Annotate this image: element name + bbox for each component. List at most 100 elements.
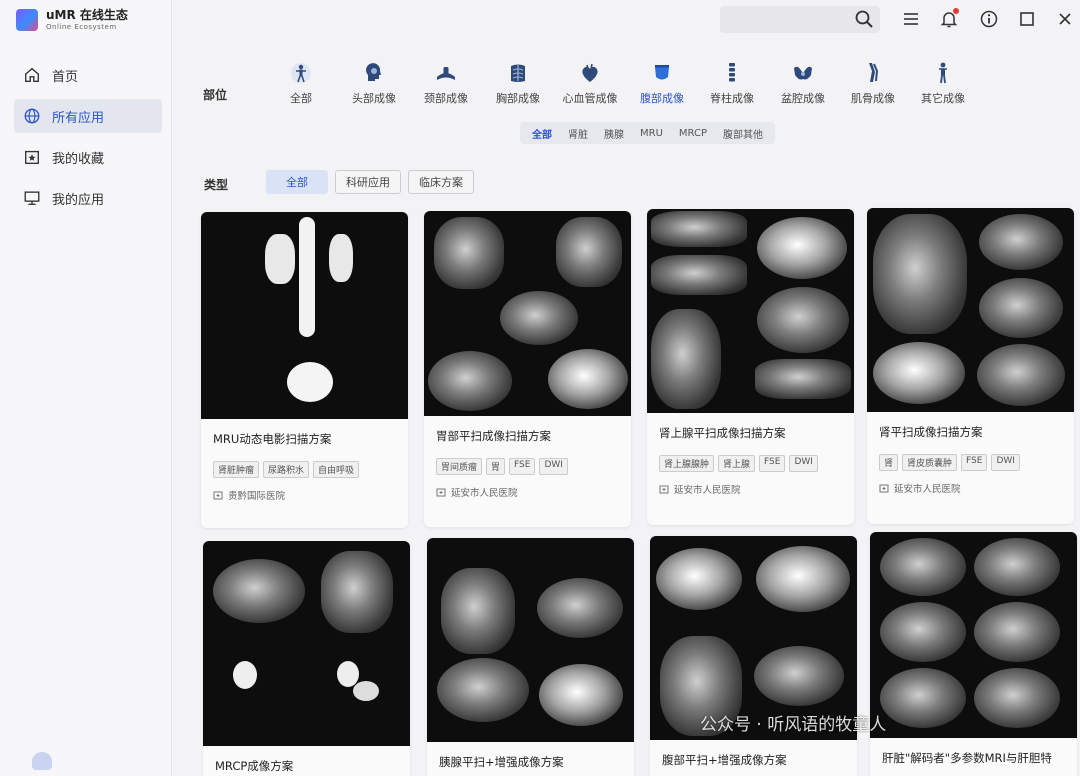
card-hospital: 延安市人民医院 (424, 475, 631, 499)
protocol-card[interactable]: 胰腺平扫+增强成像方案 (427, 538, 634, 776)
sidebar-item-label: 我的应用 (52, 192, 105, 208)
body-part-other[interactable]: 其它成像 (908, 60, 978, 106)
body-part-label: 脊柱成像 (710, 92, 754, 105)
mri-thumbnail (427, 538, 634, 742)
pelvis-icon (790, 60, 816, 86)
body-part-musculoskeletal[interactable]: 肌骨成像 (838, 60, 908, 106)
star-folder-icon (22, 147, 42, 167)
sidebar-item-favorites[interactable]: 我的收藏 (14, 140, 162, 174)
tag: DWI (991, 454, 1020, 471)
human-body-icon (288, 60, 314, 86)
tag: 肾 (879, 454, 899, 471)
sidebar: uMR 在线生态 Online Ecosystem 首页 所有应用 我的收藏 我… (0, 0, 172, 776)
tag: 胃 (486, 458, 506, 475)
protocol-card[interactable]: 腹部平扫+增强成像方案 (650, 536, 857, 776)
protocol-card[interactable]: 肝脏"解码者"多参数MRI与肝胆特 (870, 532, 1077, 776)
top-bar (172, 0, 1080, 40)
app-subtitle: Online Ecosystem (46, 23, 117, 31)
maximize-icon[interactable] (1017, 9, 1037, 29)
hospital-icon (213, 491, 223, 500)
type-filter-label: 类型 (204, 178, 229, 192)
hospital-name: 延安市人民医院 (894, 484, 961, 495)
body-part-label: 心血管成像 (562, 92, 618, 105)
hospital-name: 延安市人民医院 (674, 485, 741, 496)
bell-icon[interactable] (939, 8, 959, 29)
mri-thumbnail (870, 532, 1077, 738)
tag: FSE (759, 455, 786, 472)
hospital-icon (879, 484, 889, 493)
protocol-card[interactable]: MRU动态电影扫描方案 肾脏肿瘤 尿路积水 自由呼吸 贵黔国际医院 (201, 212, 408, 528)
type-all-button[interactable]: 全部 (266, 170, 328, 194)
sub-tab-mrcp[interactable]: MRCP (671, 128, 715, 139)
spine-icon (719, 60, 745, 86)
sidebar-item-home[interactable]: 首页 (14, 58, 162, 92)
person-icon (930, 60, 956, 86)
notification-badge (953, 8, 959, 14)
body-part-head[interactable]: 头部成像 (339, 60, 409, 106)
abdomen-icon (649, 60, 675, 86)
head-icon (361, 60, 387, 86)
body-part-chest[interactable]: 胸部成像 (483, 60, 553, 106)
card-title: MRCP成像方案 (215, 759, 294, 773)
logo-mark-icon (16, 9, 38, 31)
mri-thumbnail (203, 541, 410, 746)
mri-thumbnail (201, 212, 408, 419)
card-title: 肾上腺平扫成像扫描方案 (659, 426, 786, 440)
info-icon[interactable] (979, 9, 999, 29)
card-hospital: 延安市人民医院 (867, 471, 1074, 495)
abdomen-sub-tabs: 全部 肾脏 胰腺 MRU MRCP 腹部其他 (520, 122, 775, 144)
search-icon[interactable] (854, 9, 874, 29)
body-part-label: 腹部成像 (640, 92, 684, 105)
mri-thumbnail (867, 208, 1074, 412)
mri-thumbnail (424, 211, 631, 416)
sub-tab-all[interactable]: 全部 (524, 126, 560, 141)
tag: 胃间质瘤 (436, 458, 483, 475)
bone-joint-icon (860, 60, 886, 86)
body-part-all[interactable]: 全部 (266, 60, 336, 106)
tag: 肾上腺 (718, 455, 756, 472)
body-part-label: 胸部成像 (496, 92, 540, 105)
card-tags: 肾上腺腺肿 肾上腺 FSE DWI (647, 455, 854, 472)
protocol-card[interactable]: 肾平扫成像扫描方案 肾 肾皮质囊肿 FSE DWI 延安市人民医院 (867, 208, 1074, 524)
tag: 肾皮质囊肿 (902, 454, 958, 471)
tag: FSE (509, 458, 536, 475)
tag: 尿路积水 (263, 461, 310, 478)
hospital-icon (659, 485, 669, 494)
sidebar-item-label: 所有应用 (52, 110, 105, 126)
sub-tab-mru[interactable]: MRU (632, 128, 671, 139)
protocol-card[interactable]: MRCP成像方案 (203, 541, 410, 776)
protocol-card[interactable]: 胃部平扫成像扫描方案 胃间质瘤 胃 FSE DWI 延安市人民医院 (424, 211, 631, 527)
app-logo[interactable]: uMR 在线生态 Online Ecosystem (16, 8, 128, 32)
sidebar-item-all-apps[interactable]: 所有应用 (14, 99, 162, 133)
body-part-cardiovascular[interactable]: 心血管成像 (555, 60, 625, 106)
card-title: 腹部平扫+增强成像方案 (662, 753, 787, 767)
sub-tab-abdomen-other[interactable]: 腹部其他 (715, 126, 771, 141)
sidebar-nav: 首页 所有应用 我的收藏 我的应用 (14, 58, 162, 222)
body-part-pelvis[interactable]: 盆腔成像 (768, 60, 838, 106)
tag: 自由呼吸 (313, 461, 360, 478)
assistant-mascot-icon[interactable] (32, 752, 52, 770)
type-clinical-button[interactable]: 临床方案 (408, 170, 474, 194)
menu-icon[interactable] (901, 9, 921, 29)
monitor-icon (22, 188, 42, 208)
sidebar-item-label: 我的收藏 (52, 151, 105, 167)
protocol-card[interactable]: 肾上腺平扫成像扫描方案 肾上腺腺肿 肾上腺 FSE DWI 延安市人民医院 (647, 209, 854, 525)
card-title: 肾平扫成像扫描方案 (879, 425, 983, 439)
globe-icon (22, 106, 42, 126)
sub-tab-pancreas[interactable]: 胰腺 (596, 126, 632, 141)
card-title: MRU动态电影扫描方案 (213, 432, 332, 446)
body-part-neck[interactable]: 颈部成像 (411, 60, 481, 106)
home-icon (22, 65, 42, 85)
sidebar-item-my-apps[interactable]: 我的应用 (14, 181, 162, 215)
hospital-icon (436, 488, 446, 497)
body-part-spine[interactable]: 脊柱成像 (697, 60, 767, 106)
body-part-label: 肌骨成像 (851, 92, 895, 105)
close-icon[interactable] (1055, 9, 1075, 29)
watermark-text: 公众号 · 听风语的牧童人 (700, 715, 887, 735)
tag: FSE (961, 454, 988, 471)
type-research-button[interactable]: 科研应用 (335, 170, 401, 194)
card-title: 胰腺平扫+增强成像方案 (439, 755, 564, 769)
sub-tab-kidney[interactable]: 肾脏 (560, 126, 596, 141)
card-tags: 肾脏肿瘤 尿路积水 自由呼吸 (201, 461, 408, 478)
body-part-abdomen[interactable]: 腹部成像 (627, 60, 697, 106)
